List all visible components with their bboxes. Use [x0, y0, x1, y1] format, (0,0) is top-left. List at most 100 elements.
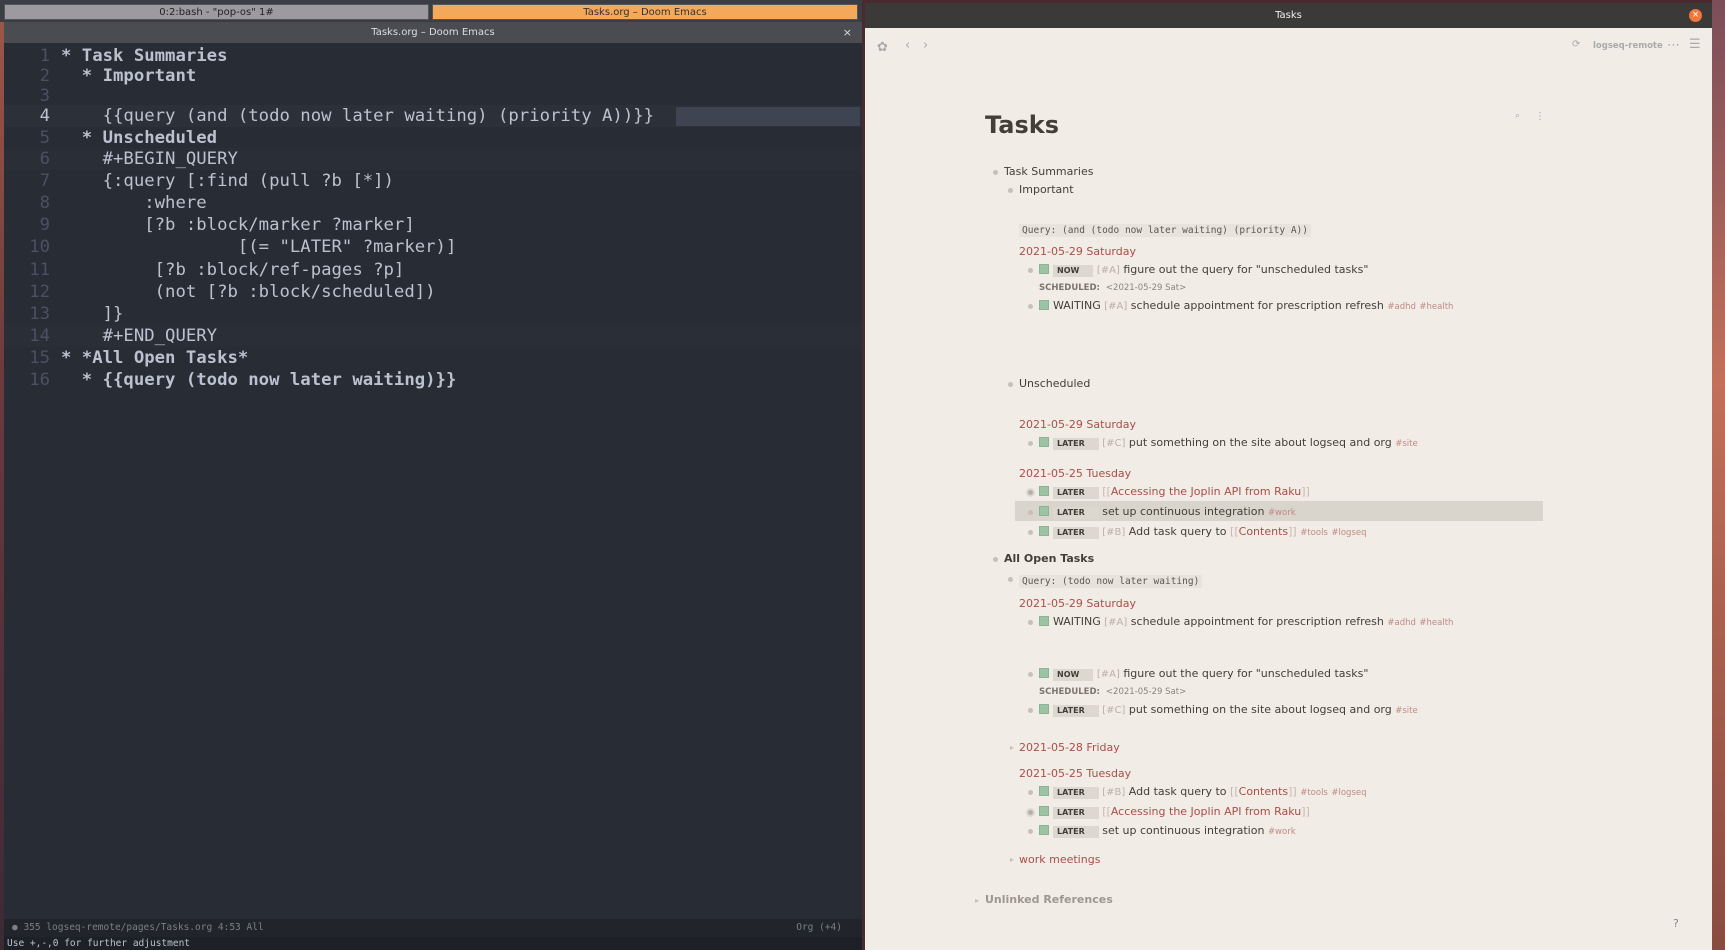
date-group-title[interactable]: 2021-05-28 Friday	[1019, 740, 1120, 756]
scheduled-date[interactable]: <2021-05-29 Sat>	[1106, 283, 1186, 293]
emacs-editor[interactable]: 1 * Task Summaries 2 * Important 3 4 {{qu…	[4, 43, 862, 919]
tmux-tab-emacs[interactable]: Tasks.org – Doom Emacs	[432, 4, 858, 20]
date-group-title[interactable]: 2021-05-25 Tuesday	[1019, 466, 1131, 482]
block-all-open-tasks[interactable]: All Open Tasks	[1004, 551, 1094, 567]
checkbox[interactable]	[1039, 806, 1049, 816]
date-group-title[interactable]: work meetings	[1019, 852, 1100, 868]
task-item[interactable]: LATER set up continuous integration #wor…	[1039, 823, 1296, 840]
task-item[interactable]: LATER [#C] put something on the site abo…	[1039, 435, 1418, 452]
block-unscheduled[interactable]: Unscheduled	[1019, 376, 1090, 392]
checkbox[interactable]	[1039, 825, 1049, 835]
checkbox[interactable]	[1039, 300, 1049, 310]
block-task-summaries[interactable]: Task Summaries	[1004, 164, 1093, 180]
priority[interactable]: [#A]	[1097, 265, 1120, 276]
sync-graph-label[interactable]: logseq-remote	[1593, 41, 1663, 51]
marker-badge[interactable]: LATER	[1053, 807, 1099, 819]
marker-badge[interactable]: LATER	[1053, 487, 1099, 499]
checkbox[interactable]	[1039, 264, 1049, 274]
tag[interactable]: #adhd	[1387, 302, 1416, 312]
checkbox[interactable]	[1039, 506, 1049, 516]
task-item[interactable]: LATER [#B] Add task query to [[Contents]…	[1039, 784, 1367, 801]
priority[interactable]: [#A]	[1104, 301, 1127, 312]
checkbox[interactable]	[1039, 786, 1049, 796]
marker-badge[interactable]: LATER	[1053, 787, 1099, 799]
bullet[interactable]	[1028, 672, 1033, 677]
tag[interactable]: #health	[1419, 302, 1453, 312]
tag[interactable]: #site	[1395, 439, 1417, 449]
tag[interactable]: #tools	[1300, 528, 1328, 538]
page-link[interactable]: Accessing the Joplin API from Raku	[1111, 485, 1301, 498]
menu-icon[interactable]: ☰	[1689, 37, 1701, 52]
task-item[interactable]: LATER set up continuous integration #wor…	[1039, 504, 1296, 521]
page-link[interactable]: Contents	[1239, 785, 1288, 798]
bullet[interactable]	[1028, 530, 1033, 535]
tag[interactable]: #logseq	[1331, 528, 1366, 538]
checkbox[interactable]	[1039, 526, 1049, 536]
task-item[interactable]: LATER [[Accessing the Joplin API from Ra…	[1039, 804, 1310, 820]
block-important[interactable]: Important	[1019, 182, 1074, 198]
bullet[interactable]	[1028, 829, 1033, 834]
tmux-tab-bash[interactable]: 0:2:bash - "pop-os" 1#	[4, 4, 429, 20]
bullet[interactable]	[1008, 577, 1013, 582]
bullet[interactable]	[1008, 382, 1013, 387]
back-arrow-icon[interactable]: ‹	[905, 38, 910, 53]
unlinked-references-toggle[interactable]: Unlinked References	[985, 892, 1113, 908]
task-item[interactable]: LATER [#B] Add task query to [[Contents]…	[1039, 524, 1367, 541]
page-link[interactable]: Contents	[1239, 525, 1288, 538]
page-link[interactable]: Accessing the Joplin API from Raku	[1111, 805, 1301, 818]
marker-badge[interactable]: LATER	[1053, 438, 1099, 450]
bullet[interactable]	[1028, 790, 1033, 795]
task-item[interactable]: WAITING [#A] schedule appointment for pr…	[1039, 298, 1453, 315]
checkbox[interactable]	[1039, 616, 1049, 626]
bullet[interactable]	[1008, 188, 1013, 193]
bullet-collapsed[interactable]	[1028, 810, 1033, 815]
checkbox[interactable]	[1039, 704, 1049, 714]
collapsed-arrow-icon[interactable]: ▸	[975, 896, 979, 905]
close-icon[interactable]: ×	[843, 22, 852, 43]
search-icon[interactable]: ⌕	[1515, 111, 1520, 121]
bullet[interactable]	[1028, 441, 1033, 446]
tag[interactable]: #logseq	[1331, 788, 1366, 798]
page-menu-icon[interactable]: ⋮	[1535, 111, 1545, 122]
priority[interactable]: [#B]	[1102, 527, 1125, 538]
task-item[interactable]: LATER [[Accessing the Joplin API from Ra…	[1039, 484, 1310, 500]
close-icon[interactable]: ×	[1689, 9, 1702, 22]
marker-badge[interactable]: NOW	[1053, 669, 1094, 681]
priority[interactable]: [#B]	[1102, 787, 1125, 798]
marker-badge[interactable]: NOW	[1053, 265, 1094, 277]
task-item[interactable]: LATER [#C] put something on the site abo…	[1039, 702, 1418, 719]
marker-badge[interactable]: LATER	[1053, 507, 1099, 519]
more-dots-icon[interactable]: ⋯	[1667, 38, 1680, 53]
tag[interactable]: #work	[1268, 827, 1296, 837]
bullet[interactable]	[993, 170, 998, 175]
marker-badge[interactable]: LATER	[1053, 826, 1099, 838]
date-group-title[interactable]: 2021-05-29 Saturday	[1019, 244, 1136, 260]
checkbox[interactable]	[1039, 437, 1049, 447]
date-group-title[interactable]: 2021-05-29 Saturday	[1019, 596, 1136, 612]
collapsed-arrow-icon[interactable]: ▸	[1010, 743, 1014, 752]
tag[interactable]: #health	[1419, 618, 1453, 628]
date-group-title[interactable]: 2021-05-29 Saturday	[1019, 417, 1136, 433]
task-item[interactable]: NOW [#A] figure out the query for "unsch…	[1039, 666, 1368, 683]
checkbox[interactable]	[1039, 668, 1049, 678]
bullet[interactable]	[993, 557, 998, 562]
bullet[interactable]	[1028, 268, 1033, 273]
tag[interactable]: #site	[1395, 706, 1417, 716]
marker-badge[interactable]: LATER	[1053, 527, 1099, 539]
task-item[interactable]: WAITING [#A] schedule appointment for pr…	[1039, 614, 1453, 631]
date-group-title[interactable]: 2021-05-25 Tuesday	[1019, 766, 1131, 782]
bullet-collapsed[interactable]	[1028, 490, 1033, 495]
bullet[interactable]	[1028, 510, 1033, 515]
priority[interactable]: [#C]	[1102, 705, 1125, 716]
priority[interactable]: [#C]	[1102, 438, 1125, 449]
tag[interactable]: #tools	[1300, 788, 1328, 798]
tag[interactable]: #work	[1268, 508, 1296, 518]
bullet[interactable]	[1028, 708, 1033, 713]
marker-badge[interactable]: LATER	[1053, 705, 1099, 717]
logo-icon[interactable]: ✿	[877, 40, 888, 55]
help-icon[interactable]: ?	[1673, 917, 1679, 930]
tag[interactable]: #adhd	[1387, 618, 1416, 628]
collapsed-arrow-icon[interactable]: ▸	[1010, 855, 1014, 864]
priority[interactable]: [#A]	[1097, 669, 1120, 680]
scheduled-date[interactable]: <2021-05-29 Sat>	[1106, 687, 1186, 697]
